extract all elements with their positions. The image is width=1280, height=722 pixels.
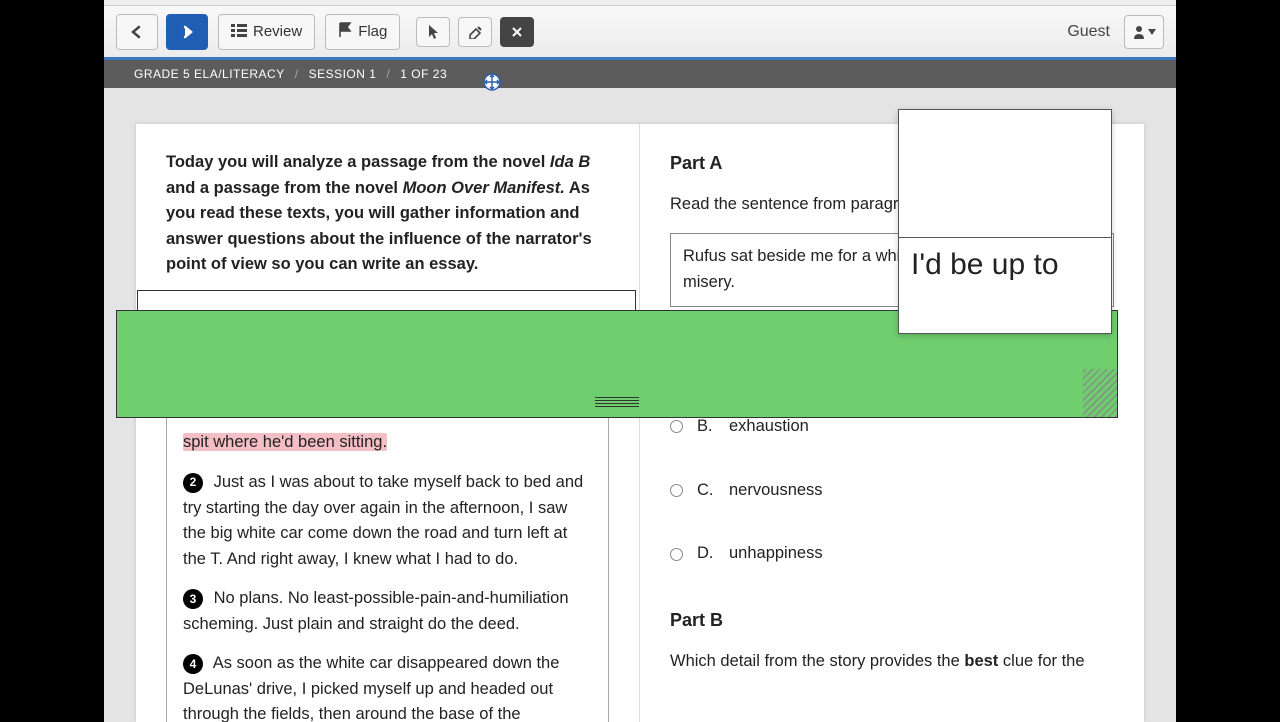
drag-handle-icon[interactable] [595,397,639,409]
options-list: B. exhaustion C. nervousness D. unhappin… [670,414,1114,567]
paragraph-2: 2 Just as I was about to take myself bac… [183,470,592,572]
passage-column: Today you will analyze a passage from th… [136,124,640,722]
line-reader-window[interactable] [137,290,636,310]
highlighted-text[interactable]: spit where he'd been sitting. [183,433,387,451]
review-label: Review [253,23,302,40]
flag-label: Flag [358,23,387,40]
breadcrumb: GRADE 5 ELA/LITERACY / SESSION 1 / 1 OF … [104,60,1176,88]
crumb-progress: 1 OF 23 [400,67,447,81]
radio-icon[interactable] [670,548,683,561]
radio-icon[interactable] [670,484,683,497]
person-icon [1133,25,1145,39]
list-icon [231,23,247,41]
review-button[interactable]: Review [218,14,315,50]
paragraph-4: 4 As soon as the white car disappeared d… [183,651,592,722]
user-menu[interactable] [1124,15,1164,49]
sticky-note[interactable]: I'd be up to [898,109,1112,334]
eraser-tool[interactable] [458,17,492,47]
crumb-sep: / [295,67,299,81]
forward-button[interactable] [166,14,208,50]
flag-icon [338,22,352,42]
caret-down-icon [1148,29,1156,35]
resize-handle-icon[interactable] [1083,369,1117,417]
back-button[interactable] [116,14,158,50]
part-b-question: Which detail from the story provides the… [670,649,1114,675]
para-num-2: 2 [183,473,203,493]
crumb-session: SESSION 1 [309,67,377,81]
pointer-tool[interactable] [416,17,450,47]
app-window: Review Flag Guest GRADE 5 ELA/LIT [104,0,1176,720]
user-label: Guest [1067,23,1110,41]
close-tool[interactable] [500,17,534,47]
option-c[interactable]: C. nervousness [670,478,1114,504]
toolbar: Review Flag Guest [104,6,1176,60]
paragraph-1-tail: spit where he'd been sitting. [183,430,592,456]
move-cursor-icon [482,72,502,92]
flag-button[interactable]: Flag [325,14,400,50]
sticky-note-header[interactable] [899,110,1111,238]
radio-icon[interactable] [670,420,683,433]
intro-text: Today you will analyze a passage from th… [166,150,609,278]
crumb-grade: GRADE 5 ELA/LITERACY [134,67,285,81]
sticky-note-text[interactable]: I'd be up to [899,238,1111,291]
paragraph-3: 3 No plans. No least-possible-pain-and-h… [183,586,592,637]
option-d[interactable]: D. unhappiness [670,541,1114,567]
para-num-3: 3 [183,589,203,609]
crumb-sep: / [386,67,390,81]
part-b-label: Part B [670,607,1114,635]
para-num-4: 4 [183,654,203,674]
